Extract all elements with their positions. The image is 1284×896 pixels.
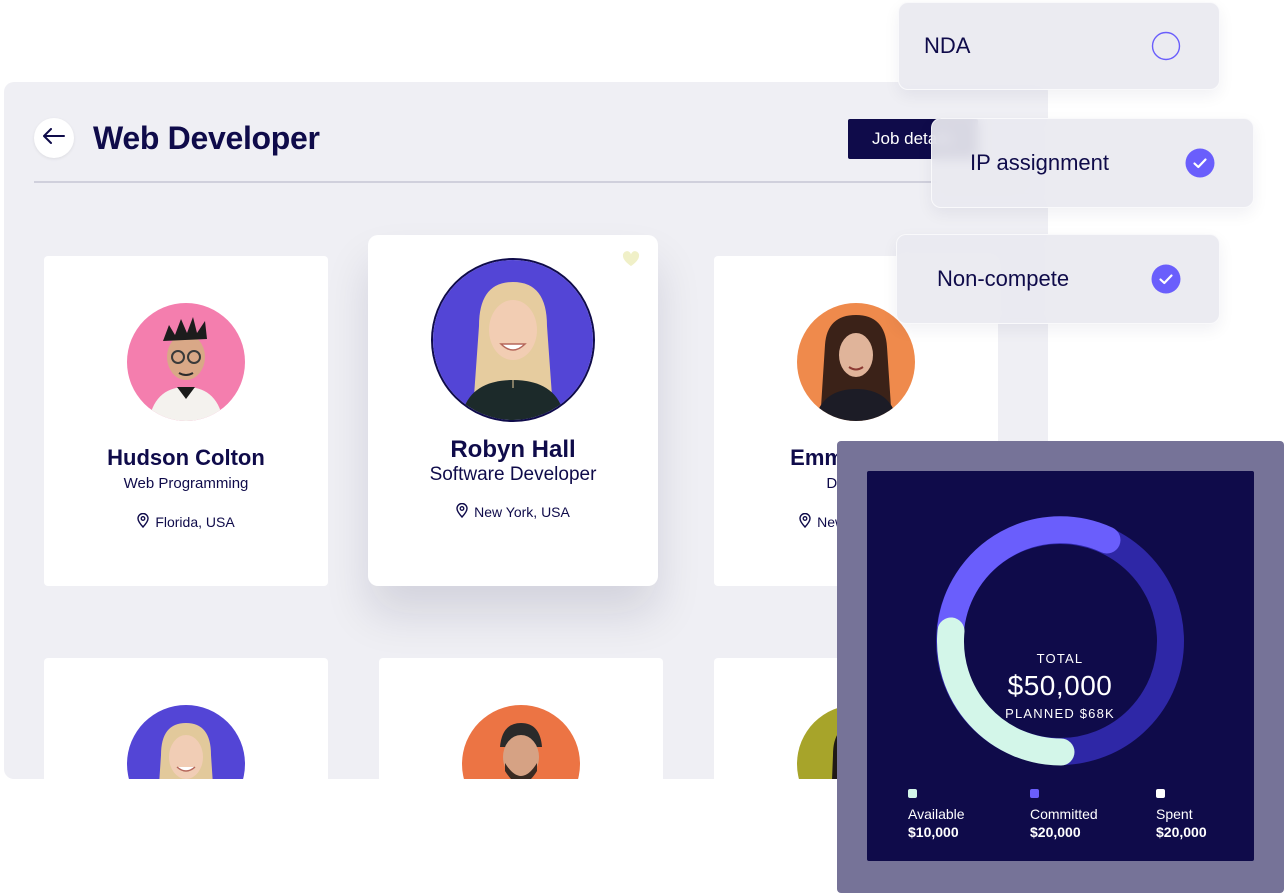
- contract-label: NDA: [924, 33, 971, 58]
- heart-icon[interactable]: [622, 251, 640, 272]
- location-text: Florida, USA: [155, 514, 235, 530]
- contract-label: IP assignment: [970, 150, 1110, 175]
- arrow-left-icon: [43, 127, 65, 149]
- check-circle-icon[interactable]: [1185, 148, 1215, 178]
- avatar: [462, 705, 580, 779]
- candidate-role: Web Programming: [123, 475, 249, 492]
- legend-label: Available: [908, 806, 965, 822]
- contract-item-non-compete[interactable]: Non-compete: [896, 234, 1220, 324]
- donut-total-label: TOTAL: [1036, 651, 1084, 666]
- legend-item-available: Available $10,000: [908, 789, 965, 841]
- candidate-name: Robyn Hall: [450, 436, 576, 463]
- contract-item-ip-assignment[interactable]: IP assignment: [931, 118, 1254, 208]
- legend-swatch: [1156, 789, 1165, 798]
- candidate-card[interactable]: [44, 658, 328, 779]
- donut-planned-label: PLANNED $68K: [1005, 706, 1115, 721]
- back-button[interactable]: [34, 118, 74, 158]
- legend-swatch: [908, 789, 917, 798]
- legend-value: $20,000: [1030, 824, 1081, 840]
- committed-arc: [937, 516, 1121, 640]
- candidate-location: New York, USA: [368, 502, 658, 521]
- location-text: New York, USA: [474, 504, 570, 520]
- candidate-name: Hudson Colton: [107, 445, 265, 470]
- legend-item-committed: Committed $20,000: [1030, 789, 1098, 841]
- legend-item-spent: Spent $20,000: [1156, 789, 1207, 841]
- candidate-role: Software Developer: [429, 464, 597, 485]
- map-pin-icon: [799, 512, 811, 531]
- avatar: [431, 258, 595, 422]
- avatar: [127, 705, 245, 779]
- check-circle-icon[interactable]: [1151, 264, 1181, 294]
- stage: Web Developer Job details Hudson Colton …: [0, 0, 1284, 896]
- contract-item-nda[interactable]: NDA: [898, 2, 1220, 90]
- candidate-card-robyn[interactable]: Robyn Hall Software Developer New York, …: [368, 235, 658, 586]
- legend-value: $10,000: [908, 824, 959, 840]
- legend-label: Spent: [1156, 806, 1193, 822]
- budget-card: TOTAL $50,000 PLANNED $68K Available $10…: [867, 471, 1254, 861]
- contract-label: Non-compete: [937, 266, 1070, 291]
- candidate-location: Florida, USA: [44, 512, 328, 531]
- candidate-card[interactable]: [379, 658, 663, 779]
- legend-swatch: [1030, 789, 1039, 798]
- legend-value: $20,000: [1156, 824, 1207, 840]
- unchecked-circle-icon[interactable]: [1151, 31, 1181, 61]
- map-pin-icon: [137, 512, 150, 531]
- page-title: Web Developer: [93, 120, 320, 156]
- avatar: [127, 303, 245, 421]
- candidate-card-hudson[interactable]: Hudson Colton Web Programming Florida, U…: [44, 256, 328, 586]
- budget-donut: TOTAL $50,000 PLANNED $68K: [935, 516, 1185, 771]
- avatar: [797, 303, 915, 421]
- donut-total-value: $50,000: [1007, 670, 1113, 701]
- legend-label: Committed: [1030, 806, 1098, 822]
- map-pin-icon: [456, 502, 468, 521]
- header-divider: [34, 181, 1024, 183]
